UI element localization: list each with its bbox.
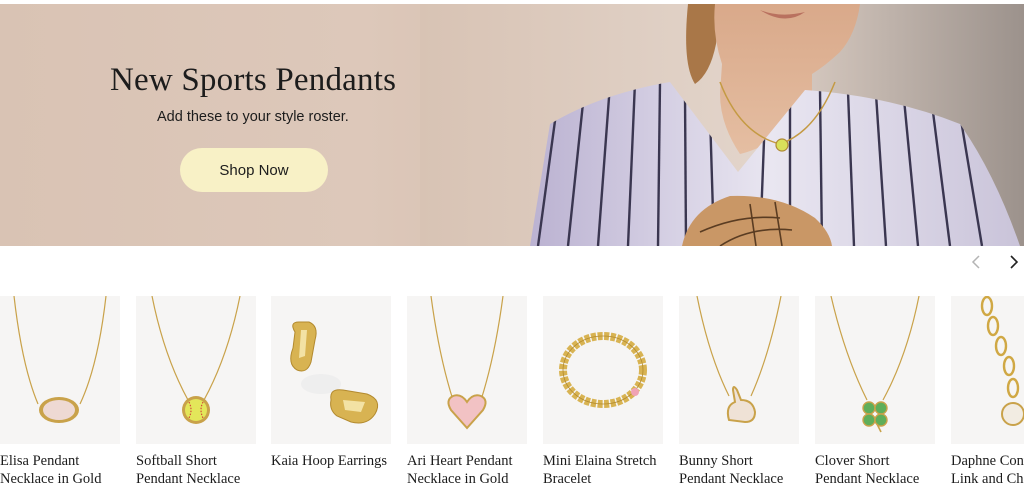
hoop-earrings-icon	[290, 321, 379, 424]
product-image	[815, 296, 935, 444]
product-card[interactable]: Softball Short Pendant Necklace	[136, 296, 256, 492]
product-image	[136, 296, 256, 444]
beaded-bracelet-icon	[559, 332, 647, 408]
chevron-right-icon	[1010, 255, 1019, 269]
product-card[interactable]: Kaia Hoop Earrings	[271, 296, 391, 492]
product-image	[407, 296, 527, 444]
heart-pendant-necklace-icon	[430, 296, 504, 430]
product-card[interactable]: Ari Heart Pendant Necklace in Gold	[407, 296, 527, 492]
product-image	[271, 296, 391, 444]
product-card[interactable]: Clover Short Pendant Necklace	[815, 296, 935, 492]
product-name[interactable]: Daphne Convertible Link and Chain	[951, 452, 1024, 488]
carousel-prev-button[interactable]	[966, 252, 986, 272]
link-chain-necklace-icon	[980, 296, 1024, 426]
product-image	[951, 296, 1024, 444]
product-card[interactable]: Elisa Pendant Necklace in Gold	[0, 296, 120, 492]
shop-now-button[interactable]: Shop Now	[180, 148, 328, 192]
product-image	[679, 296, 799, 444]
product-card[interactable]: Mini Elaina Stretch Bracelet	[543, 296, 663, 492]
clover-pendant-necklace-icon	[830, 296, 920, 433]
product-carousel: Elisa Pendant Necklace in Gold Softball …	[0, 296, 1024, 492]
chevron-left-icon	[971, 255, 980, 269]
product-card[interactable]: Bunny Short Pendant Necklace	[679, 296, 799, 492]
bunny-pendant-necklace-icon	[696, 296, 782, 424]
softball-pendant-necklace-icon	[151, 296, 241, 424]
hero-title: New Sports Pendants	[110, 62, 397, 98]
product-image	[543, 296, 663, 444]
product-image	[0, 296, 120, 444]
oval-pendant-necklace-icon	[13, 296, 107, 423]
product-card[interactable]: Daphne Convertible Link and Chain	[951, 296, 1024, 492]
hero-subtitle: Add these to your style roster.	[157, 109, 349, 125]
hero-model-photo	[420, 4, 1024, 246]
carousel-next-button[interactable]	[1004, 252, 1024, 272]
hero-banner: New Sports Pendants Add these to your st…	[0, 4, 1024, 246]
